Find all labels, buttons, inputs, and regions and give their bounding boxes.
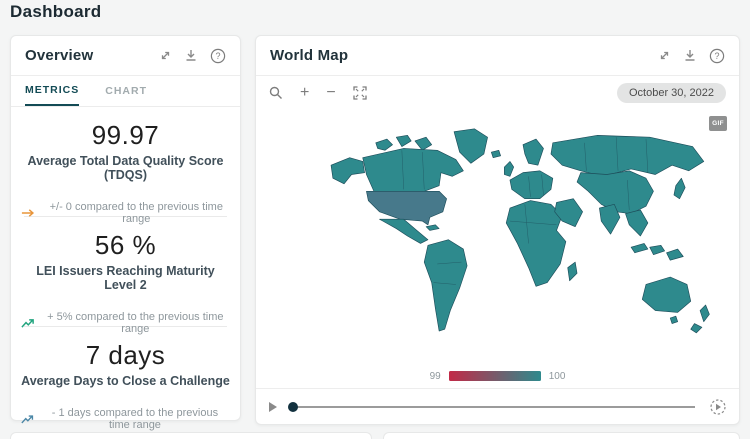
svg-text:?: ? (714, 51, 719, 61)
expand-icon[interactable] (658, 49, 671, 62)
play-icon[interactable] (268, 401, 278, 413)
world-map-panel: World Map ? + − October 30, 2022 GI (255, 35, 740, 425)
trend-up-icon (21, 318, 35, 329)
timeline-bar (256, 388, 739, 424)
metric-value: 56 % (21, 230, 230, 261)
overview-tabs: METRICS CHART (11, 76, 240, 107)
metric-maturity: 56 % LEI Issuers Reaching Maturity Level… (11, 217, 240, 326)
metric-label: LEI Issuers Reaching Maturity Level 2 (21, 264, 230, 292)
search-icon[interactable] (269, 86, 283, 100)
overview-panel: Overview ? METRICS CHART 99.97 Average T… (10, 35, 241, 421)
choropleth-map[interactable] (318, 124, 728, 348)
country-usa (366, 191, 446, 225)
legend-min: 99 (430, 371, 441, 382)
metric-tdqs: 99.97 Average Total Data Quality Score (… (11, 107, 240, 216)
page-title: Dashboard (10, 2, 102, 22)
download-icon[interactable] (185, 49, 197, 62)
bottom-right-panel (383, 432, 740, 439)
date-badge[interactable]: October 30, 2022 (617, 83, 726, 103)
time-slider[interactable] (288, 401, 697, 413)
trend-flat-icon (21, 208, 37, 218)
trend-up-icon (21, 414, 34, 425)
tab-chart[interactable]: CHART (105, 76, 147, 106)
metric-change-text: - 1 days compared to the previous time r… (40, 407, 230, 431)
map-legend: 99 100 (256, 368, 739, 384)
svg-text:?: ? (215, 51, 220, 61)
slider-track[interactable] (292, 406, 695, 408)
expand-icon[interactable] (159, 49, 172, 62)
metric-change-text: +/- 0 compared to the previous time rang… (43, 201, 230, 225)
replay-icon[interactable] (709, 398, 727, 416)
metric-label: Average Days to Close a Challenge (21, 374, 230, 388)
legend-max: 100 (549, 371, 566, 382)
fullscreen-icon[interactable] (353, 86, 367, 100)
help-icon[interactable]: ? (709, 48, 725, 64)
legend-gradient (449, 371, 541, 381)
metric-change-text: + 5% compared to the previous time range (41, 311, 230, 335)
help-icon[interactable]: ? (210, 48, 226, 64)
bottom-left-panel (10, 432, 372, 439)
zoom-out-icon[interactable]: − (326, 86, 335, 100)
world-map-canvas[interactable]: GIF (256, 110, 739, 360)
metric-label: Average Total Data Quality Score (TDQS) (21, 154, 230, 182)
tab-metrics[interactable]: METRICS (25, 76, 79, 106)
world-map-title: World Map (270, 47, 658, 64)
download-icon[interactable] (684, 49, 696, 62)
metric-value: 99.97 (21, 120, 230, 151)
metric-value: 7 days (21, 340, 230, 371)
overview-title: Overview (25, 47, 159, 64)
zoom-in-icon[interactable]: + (300, 86, 309, 100)
metric-challenge-days: 7 days Average Days to Close a Challenge… (11, 327, 240, 436)
slider-thumb[interactable] (288, 402, 298, 412)
